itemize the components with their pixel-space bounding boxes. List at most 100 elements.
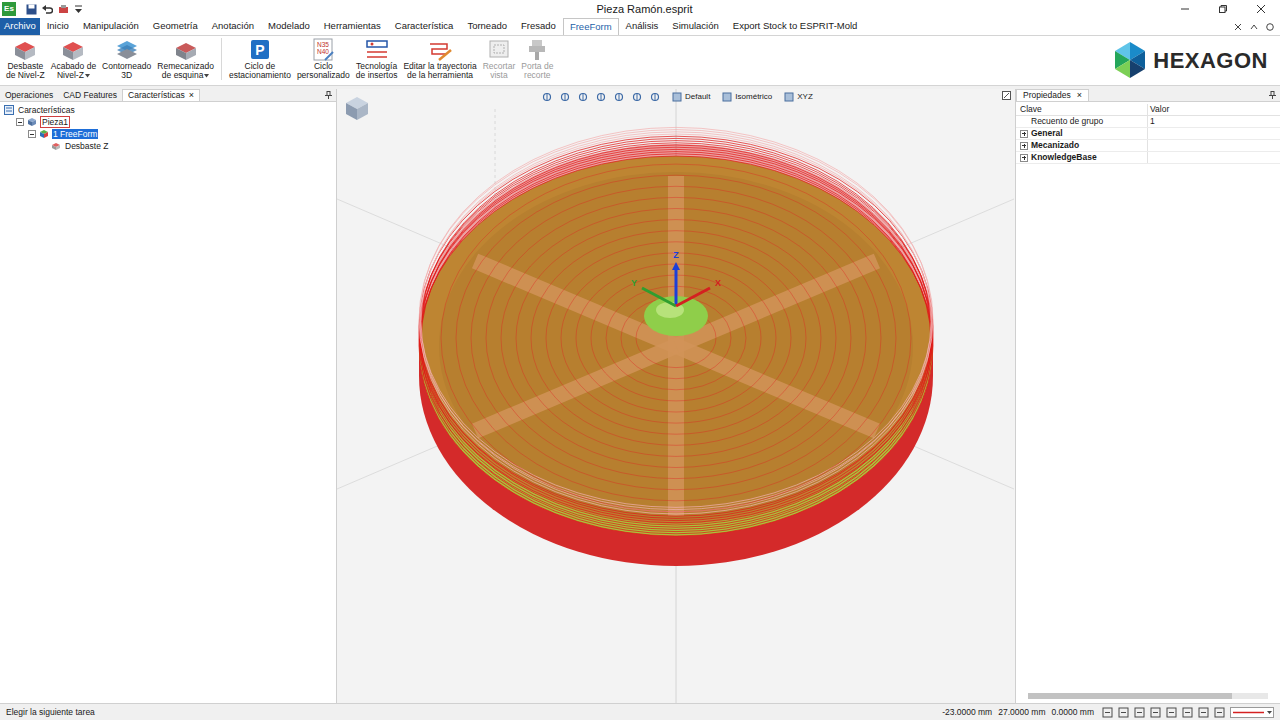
zoom-window-icon[interactable] <box>614 92 624 102</box>
pin-icon[interactable] <box>1269 91 1276 99</box>
rotate-icon[interactable] <box>560 92 570 102</box>
ribbon-button[interactable]: N35N40Ciclopersonalizado <box>294 38 353 80</box>
grid-icon[interactable] <box>1150 707 1161 718</box>
view-toolbar-button[interactable]: XYZ <box>784 91 813 103</box>
ribbon-button[interactable]: Remecanizadode esquina <box>154 38 217 80</box>
ribbon-button[interactable]: Desbastede Nivel-Z <box>3 38 48 80</box>
tree-item[interactable]: 1 FreeForm <box>0 128 336 140</box>
zoom-fit-icon[interactable] <box>632 92 642 102</box>
filter-icon[interactable] <box>1102 707 1113 718</box>
app-window: EsPieza Ramón.espritArchivoInicioManipul… <box>0 0 1280 720</box>
tree-item[interactable]: Características <box>0 104 336 116</box>
close-button[interactable] <box>1242 0 1280 18</box>
save-icon[interactable] <box>26 4 37 15</box>
ribbon-button[interactable]: Tecnologíade insertos <box>353 38 401 80</box>
tree-item[interactable]: Pieza1 <box>0 116 336 128</box>
ribbon-tab[interactable]: Modelado <box>261 18 317 35</box>
property-row[interactable]: KnowledgeBase <box>1016 152 1280 164</box>
solid-red-icon <box>12 38 38 62</box>
ribbon-tab[interactable]: Anotación <box>205 18 261 35</box>
ribbon-button[interactable]: Contorneado3D <box>99 38 154 80</box>
ribbon-tab[interactable]: Manipulación <box>76 18 146 35</box>
close-icon <box>1256 4 1266 14</box>
ribbon-button[interactable]: PCiclo deestacionamiento <box>226 38 294 80</box>
print-icon[interactable] <box>1182 707 1193 718</box>
view-cube-icon[interactable] <box>342 93 372 123</box>
feature-tree: CaracterísticasPieza11 FreeFormDesbaste … <box>0 102 336 152</box>
layers-icon[interactable] <box>1118 707 1129 718</box>
property-row[interactable]: Mecanizado <box>1016 140 1280 152</box>
list-icon[interactable] <box>1214 707 1225 718</box>
view-toolbar: Default Isométrico XYZ <box>542 90 813 104</box>
minimize-button[interactable] <box>1166 0 1204 18</box>
horizontal-scrollbar[interactable] <box>1028 693 1268 699</box>
expand-toggle-icon[interactable] <box>1020 130 1028 138</box>
ribbon-tab[interactable]: Inicio <box>40 18 76 35</box>
file-menu[interactable]: Archivo <box>0 18 40 35</box>
tab-close[interactable]: × <box>189 89 194 103</box>
ribbon-tab[interactable]: Geometría <box>146 18 205 35</box>
left-panel: OperacionesCAD FeaturesCaracterísticas×C… <box>0 89 337 703</box>
line-style-icon[interactable] <box>1230 707 1274 718</box>
ribbon-button[interactable]: Acabado deNivel-Z <box>48 38 99 80</box>
panel-tab[interactable]: Propiedades× <box>1016 89 1089 101</box>
panel-tab[interactable]: Características× <box>122 89 200 101</box>
panel-tab[interactable]: CAD Features <box>58 89 122 101</box>
feature-icon <box>39 129 49 139</box>
panel-tabs: OperacionesCAD FeaturesCaracterísticas× <box>0 89 336 102</box>
pan-icon[interactable] <box>578 92 588 102</box>
trim-icon[interactable] <box>1166 707 1177 718</box>
maximize-view-icon[interactable] <box>1002 91 1011 100</box>
dropdown-arrow-icon <box>85 74 90 78</box>
collapse-ribbon-icon[interactable] <box>1250 23 1258 31</box>
svg-text:X: X <box>715 278 721 288</box>
undo-icon[interactable] <box>42 4 53 15</box>
print-icon[interactable] <box>58 4 69 15</box>
graphics-viewport[interactable]: ZYXDefault Isométrico XYZ <box>337 89 1015 703</box>
ribbon-tab[interactable]: Herramientas <box>317 18 388 35</box>
expand-toggle-icon[interactable] <box>16 118 24 126</box>
ribbon-tab[interactable]: Torneado <box>460 18 514 35</box>
ribbon: Desbastede Nivel-ZAcabado deNivel-ZConto… <box>0 35 1280 86</box>
solid-blue-icon <box>114 38 140 62</box>
ribbon-button[interactable]: Porta derecorte <box>518 38 556 80</box>
pin-icon[interactable] <box>325 91 332 99</box>
ribbon-tab[interactable]: Fresado <box>514 18 563 35</box>
properties-table: ClaveValorRecuento de grupo1GeneralMecan… <box>1016 104 1280 164</box>
expand-toggle-icon[interactable] <box>1020 154 1028 162</box>
ribbon-tab[interactable]: Característica <box>388 18 461 35</box>
snap-icon[interactable] <box>1134 707 1145 718</box>
trim-icon <box>486 38 512 62</box>
property-row[interactable]: General <box>1016 128 1280 140</box>
zoom-icon[interactable] <box>596 92 606 102</box>
statistics-icon[interactable] <box>1198 707 1209 718</box>
customize-icon[interactable] <box>74 4 83 15</box>
status-bar: Elegir la siguiente tarea-23.0000 mm27.0… <box>0 703 1280 720</box>
ribbon-tab[interactable]: FreeForm <box>563 18 619 35</box>
select-icon[interactable] <box>542 92 552 102</box>
view-toolbar-button[interactable]: Isométrico <box>722 91 772 103</box>
coordinate-readout: 0.0000 mm <box>1051 706 1094 719</box>
property-row[interactable]: Recuento de grupo1 <box>1016 116 1280 128</box>
help-icon[interactable] <box>1266 23 1274 31</box>
close-doc-icon[interactable] <box>1234 23 1242 31</box>
view-toolbar-button[interactable]: Default <box>672 91 710 103</box>
solid-red-icon <box>60 38 86 62</box>
ribbon-tab[interactable]: Análisis <box>619 18 666 35</box>
tree-item[interactable]: Desbaste Z <box>0 140 336 152</box>
ribbon-button[interactable]: Editar la trayectoriade la herramienta <box>400 38 479 80</box>
ribbon-tab[interactable]: Export Stock to ESPRIT-Mold <box>726 18 865 35</box>
panel-tab[interactable]: Operaciones <box>0 89 58 101</box>
visibility-icon[interactable] <box>650 92 660 102</box>
tab-close[interactable]: × <box>1077 89 1082 103</box>
ribbon-button[interactable]: Recortarvista <box>480 38 519 80</box>
ribbon-tab[interactable]: Simulación <box>665 18 725 35</box>
app-icon[interactable]: Es <box>2 2 16 16</box>
part-model[interactable]: ZYX <box>337 89 1014 703</box>
expand-toggle-icon[interactable] <box>28 130 36 138</box>
svg-text:N40: N40 <box>317 48 329 55</box>
part-icon <box>27 117 37 127</box>
restore-button[interactable] <box>1204 0 1242 18</box>
expand-toggle-icon[interactable] <box>1020 142 1028 150</box>
svg-text:N35: N35 <box>317 41 329 48</box>
